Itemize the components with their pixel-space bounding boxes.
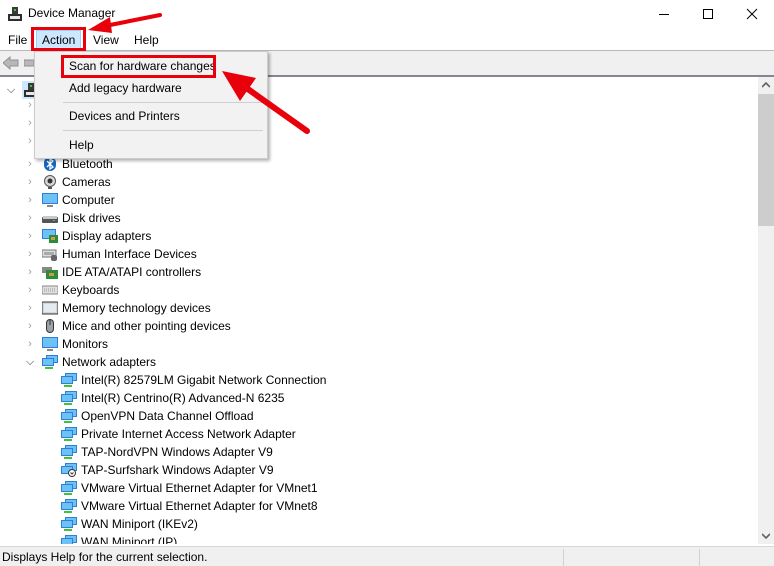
minimize-button[interactable] (642, 0, 686, 28)
chevron-right-icon[interactable]: › (25, 191, 35, 209)
chevron-right-icon[interactable]: › (25, 173, 35, 191)
close-button[interactable] (730, 0, 774, 28)
menu-separator (63, 102, 263, 103)
memory-device-icon (42, 301, 58, 315)
chevron-right-icon[interactable]: › (25, 227, 35, 245)
network-adapter-item[interactable]: VMware Virtual Ethernet Adapter for VMne… (0, 497, 400, 515)
network-adapter-item[interactable]: Intel(R) Centrino(R) Advanced-N 6235 (0, 389, 400, 407)
minimize-icon (659, 14, 669, 15)
network-adapter-item[interactable]: OpenVPN Data Channel Offload (0, 407, 400, 425)
network-adapter-icon (61, 427, 77, 441)
tree-item-monitors[interactable]: › Monitors (0, 335, 300, 353)
camera-icon (44, 175, 56, 189)
network-adapter-item[interactable]: Private Internet Access Network Adapter (0, 425, 400, 443)
computer-icon (42, 193, 58, 207)
tree-item-ide-controllers[interactable]: › IDE ATA/ATAPI controllers (0, 263, 300, 281)
hid-icon (42, 249, 57, 261)
window-title: Device Manager (28, 6, 116, 20)
chevron-down-icon[interactable]: ⌵ (6, 81, 16, 99)
close-icon (746, 8, 758, 20)
tree-item-human-interface-devices[interactable]: › Human Interface Devices (0, 245, 300, 263)
scroll-up-icon[interactable] (762, 82, 770, 88)
network-adapter-item[interactable]: Intel(R) 82579LM Gigabit Network Connect… (0, 371, 400, 389)
network-adapter-icon (42, 355, 58, 369)
tree-item-mice[interactable]: › Mice and other pointing devices (0, 317, 300, 335)
network-adapter-item[interactable]: WAN Miniport (IKEv2) (0, 515, 400, 533)
ide-controller-icon (42, 267, 58, 279)
chevron-down-icon[interactable]: ⌵ (25, 353, 35, 371)
display-adapter-icon (42, 229, 58, 243)
back-arrow-icon[interactable] (3, 56, 19, 70)
mouse-icon (46, 319, 54, 333)
disk-drive-icon (42, 216, 58, 223)
scrollbar-thumb[interactable] (758, 94, 774, 226)
network-adapter-icon (61, 373, 77, 387)
network-adapter-item[interactable]: WAN Miniport (IP) (0, 533, 400, 544)
keyboard-icon (42, 285, 58, 295)
tree-item-computer[interactable]: › Computer (0, 191, 300, 209)
status-divider (699, 549, 700, 566)
forward-arrow-icon[interactable] (24, 59, 34, 67)
vertical-scrollbar[interactable] (758, 77, 774, 544)
status-bar: Displays Help for the current selection. (0, 546, 774, 566)
maximize-icon (703, 9, 713, 19)
network-adapter-disabled-icon (61, 463, 77, 477)
menu-help[interactable]: Help (129, 31, 164, 49)
tree-item-cameras[interactable]: › Cameras (0, 173, 300, 191)
network-adapter-item[interactable]: VMware Virtual Ethernet Adapter for VMne… (0, 479, 400, 497)
network-adapter-icon (61, 481, 77, 495)
status-text: Displays Help for the current selection. (2, 550, 208, 564)
network-adapter-icon (61, 409, 77, 423)
tree-item-memory-technology-devices[interactable]: › Memory technology devices (0, 299, 300, 317)
menu-item-devices-and-printers[interactable]: Devices and Printers (35, 105, 267, 127)
maximize-button[interactable] (686, 0, 730, 28)
network-adapter-item[interactable]: TAP-NordVPN Windows Adapter V9 (0, 443, 400, 461)
menu-bar: File Action View Help (0, 28, 774, 51)
menu-item-help[interactable]: Help (35, 134, 267, 156)
status-divider (563, 549, 564, 566)
tree-item-disk-drives[interactable]: › Disk drives (0, 209, 300, 227)
menu-item-add-legacy-hardware[interactable]: Add legacy hardware (35, 77, 267, 99)
menu-view[interactable]: View (88, 31, 124, 49)
chevron-right-icon[interactable]: › (25, 299, 35, 317)
chevron-right-icon[interactable]: › (25, 317, 35, 335)
device-manager-icon (8, 7, 22, 21)
annotation-box-action (31, 27, 86, 51)
menu-separator (63, 130, 263, 131)
chevron-right-icon[interactable]: › (25, 263, 35, 281)
chevron-right-icon[interactable]: › (25, 209, 35, 227)
network-adapter-icon (61, 517, 77, 531)
tree-item-keyboards[interactable]: › Keyboards (0, 281, 300, 299)
title-bar: Device Manager (0, 0, 774, 28)
network-adapter-icon (61, 499, 77, 513)
network-adapter-item[interactable]: TAP-Surfshark Windows Adapter V9 (0, 461, 400, 479)
chevron-right-icon[interactable]: › (25, 281, 35, 299)
network-adapter-icon (61, 535, 77, 544)
bluetooth-icon (44, 157, 56, 171)
tree-item-display-adapters[interactable]: › Display adapters (0, 227, 300, 245)
chevron-right-icon[interactable]: › (25, 335, 35, 353)
monitor-icon (42, 337, 58, 351)
chevron-right-icon[interactable]: › (25, 245, 35, 263)
annotation-box-scan (61, 55, 216, 78)
tree-item-network-adapters[interactable]: ⌵ Network adapters (0, 353, 300, 371)
menu-file[interactable]: File (3, 31, 32, 49)
scroll-down-icon[interactable] (762, 533, 770, 539)
network-adapter-icon (61, 391, 77, 405)
network-adapter-icon (61, 445, 77, 459)
